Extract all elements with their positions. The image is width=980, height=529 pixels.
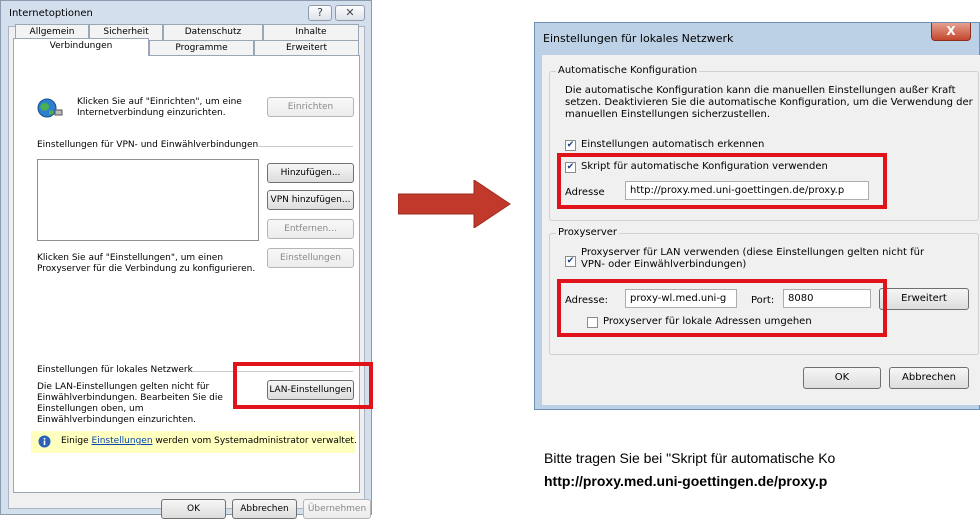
add-vpn-button[interactable]: VPN hinzufügen... bbox=[267, 190, 354, 210]
use-proxy-checkbox[interactable]: ✔ bbox=[565, 256, 576, 267]
proxy-highlight-box bbox=[557, 279, 887, 337]
add-button[interactable]: Hinzufügen... bbox=[267, 163, 354, 183]
lan-settings-dialog: Einstellungen für lokales Netzwerk X Aut… bbox=[534, 22, 980, 410]
use-proxy-label: Proxyserver für LAN verwenden (diese Ein… bbox=[581, 247, 925, 270]
auto-config-legend: Automatische Konfiguration bbox=[556, 65, 700, 76]
proxy-settings-text: Klicken Sie auf "Einstellungen", um eine… bbox=[37, 253, 256, 274]
setup-text: Klicken Sie auf "Einrichten", um eine In… bbox=[77, 97, 242, 118]
tab-verbindungen[interactable]: Verbindungen bbox=[13, 38, 149, 56]
close-button[interactable]: X bbox=[931, 23, 971, 41]
tab-programme[interactable]: Programme bbox=[149, 40, 254, 55]
dialog-title: Einstellungen für lokales Netzwerk bbox=[543, 32, 734, 45]
instruction-line-1: Bitte tragen Sie bei "Skript für automat… bbox=[544, 450, 836, 466]
tab-erweitert[interactable]: Erweitert bbox=[254, 40, 359, 55]
script-highlight-box bbox=[557, 153, 887, 209]
instruction-line-2: http://proxy.med.uni-goettingen.de/proxy… bbox=[544, 473, 828, 489]
advanced-button[interactable]: Erweitert bbox=[879, 288, 969, 310]
info-settings-link[interactable]: Einstellungen bbox=[92, 436, 153, 446]
info-suffix: werden vom Systemadministrator verwaltet… bbox=[155, 436, 357, 446]
internet-options-dialog: Internetoptionen ? ✕ Allgemein Sicherhei… bbox=[0, 0, 373, 519]
tab-inhalte[interactable]: Inhalte bbox=[263, 24, 359, 40]
info-icon bbox=[38, 435, 51, 448]
close-button[interactable]: ✕ bbox=[335, 5, 365, 21]
cancel-button[interactable]: Abbrechen bbox=[889, 367, 969, 389]
vpn-group-label: Einstellungen für VPN- und Einwählverbin… bbox=[37, 140, 259, 150]
right-arrow-icon bbox=[398, 180, 511, 228]
lan-text: Die LAN-Einstellungen gelten nicht für E… bbox=[37, 382, 223, 425]
tab-datenschutz[interactable]: Datenschutz bbox=[163, 24, 263, 40]
dialog-title: Internetoptionen bbox=[9, 8, 93, 19]
ok-button[interactable]: OK bbox=[803, 367, 881, 389]
lan-group-label: Einstellungen für lokales Netzwerk bbox=[37, 365, 193, 375]
help-button[interactable]: ? bbox=[308, 5, 332, 21]
proxy-server-legend: Proxyserver bbox=[556, 227, 620, 238]
apply-button[interactable]: Übernehmen bbox=[303, 499, 371, 519]
setup-button[interactable]: Einrichten bbox=[267, 97, 354, 117]
cancel-button[interactable]: Abbrechen bbox=[232, 499, 297, 519]
vpn-connections-list[interactable] bbox=[37, 159, 259, 241]
info-prefix: Einige bbox=[61, 436, 89, 446]
info-text: Einige Einstellungen werden vom Systemad… bbox=[61, 436, 357, 447]
remove-button[interactable]: Entfernen... bbox=[267, 219, 354, 239]
auto-detect-checkbox[interactable]: ✔ bbox=[565, 140, 576, 151]
vpn-group-divider bbox=[257, 146, 353, 147]
auto-config-text: Die automatische Konfiguration kann die … bbox=[565, 85, 973, 120]
globe-network-icon bbox=[37, 98, 63, 118]
ok-button[interactable]: OK bbox=[161, 499, 226, 519]
settings-button[interactable]: Einstellungen bbox=[267, 248, 354, 268]
auto-detect-label: Einstellungen automatisch erkennen bbox=[581, 139, 765, 150]
lan-highlight-box bbox=[233, 362, 373, 409]
